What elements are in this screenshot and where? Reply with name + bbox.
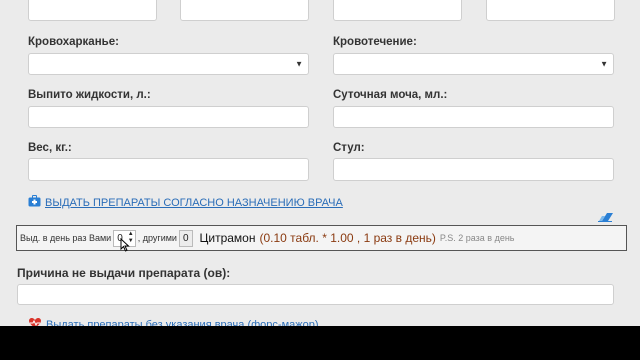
top-input-2[interactable] bbox=[180, 0, 309, 21]
mouse-cursor-icon bbox=[120, 237, 130, 257]
drug-name: Цитрамон bbox=[199, 231, 256, 245]
bottom-bar bbox=[0, 326, 640, 360]
weight-label: Вес, кг.: bbox=[28, 142, 72, 154]
issued-by-you-label: Выд. в день раз Вами bbox=[20, 233, 112, 243]
weight-input[interactable] bbox=[28, 158, 309, 181]
drug-dosage: (0.10 табл. * 1.00 , 1 раз в день) bbox=[259, 231, 436, 245]
chevron-down-icon: ▼ bbox=[600, 59, 608, 69]
top-input-3[interactable] bbox=[333, 0, 462, 21]
chevron-down-icon: ▼ bbox=[295, 59, 303, 69]
issue-prescribed-link[interactable]: ВЫДАТЬ ПРЕПАРАТЫ СОГЛАСНО НАЗНАЧЕНИЮ ВРА… bbox=[28, 194, 343, 212]
issue-prescribed-label: ВЫДАТЬ ПРЕПАРАТЫ СОГЛАСНО НАЗНАЧЕНИЮ ВРА… bbox=[45, 197, 343, 209]
reason-label: Причина не выдачи препарата (ов): bbox=[17, 266, 231, 280]
bleeding-select[interactable]: ▼ bbox=[333, 53, 614, 75]
stool-label: Стул: bbox=[333, 142, 365, 154]
issued-by-others-input[interactable]: 0 bbox=[178, 229, 193, 247]
medkit-icon bbox=[28, 194, 41, 212]
urine-label: Суточная моча, мл.: bbox=[333, 89, 448, 101]
issued-by-others-label: , другими bbox=[137, 233, 177, 243]
top-input-1[interactable] bbox=[28, 0, 157, 21]
hemoptysis-select[interactable]: ▼ bbox=[28, 53, 309, 75]
fluid-label: Выпито жидкости, л.: bbox=[28, 89, 151, 101]
hemoptysis-label: Кровохарканье: bbox=[28, 36, 119, 48]
medication-row: Выд. в день раз Вами 0 ▲ ▼ , другими 0 Ци… bbox=[16, 225, 627, 251]
stool-input[interactable] bbox=[333, 158, 614, 181]
fluid-input[interactable] bbox=[28, 106, 309, 128]
urine-input[interactable] bbox=[333, 106, 614, 128]
bleeding-label: Кровотечение: bbox=[333, 36, 417, 48]
top-input-4[interactable] bbox=[486, 0, 615, 21]
drug-note: P.S. 2 раза в день bbox=[439, 233, 515, 243]
reason-input[interactable] bbox=[17, 284, 614, 305]
